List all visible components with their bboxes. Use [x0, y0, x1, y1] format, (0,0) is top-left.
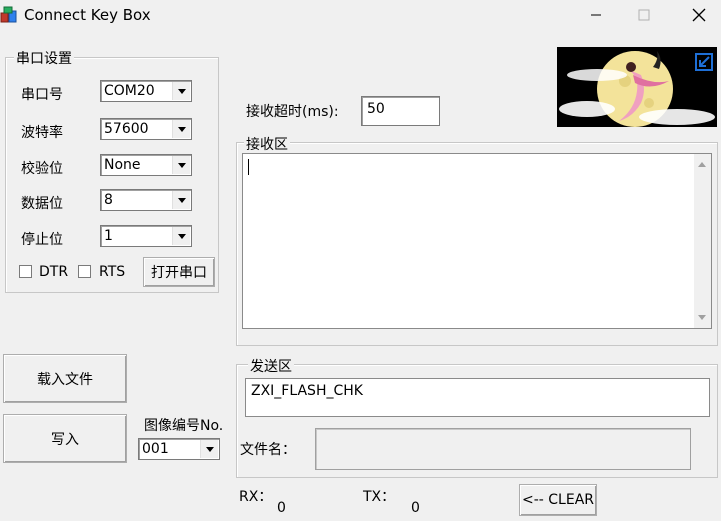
stop-bits-label: 停止位: [21, 232, 63, 248]
port-value: COM20: [104, 83, 155, 99]
write-button[interactable]: 写入: [3, 414, 127, 463]
receive-timeout-label: 接收超时(ms):: [246, 104, 339, 120]
image-number-select[interactable]: 001: [138, 438, 220, 460]
file-name-field: [315, 428, 691, 470]
data-bits-label: 数据位: [21, 196, 63, 212]
parity-select[interactable]: None: [100, 154, 192, 176]
chevron-down-icon[interactable]: [172, 120, 190, 138]
send-area-label: 发送区: [248, 356, 294, 376]
stop-bits-value: 1: [104, 228, 113, 244]
scroll-up-icon[interactable]: [698, 162, 706, 167]
serial-settings-label: 串口设置: [14, 48, 74, 68]
receive-timeout-value: 50: [367, 101, 385, 117]
close-icon: [692, 8, 706, 26]
receive-area-label: 接收区: [244, 134, 290, 154]
baud-label: 波特率: [21, 125, 63, 141]
dtr-label: DTR: [39, 264, 69, 280]
receive-scrollbar[interactable]: [694, 154, 711, 328]
image-number-label: 图像编号No.: [144, 418, 224, 434]
chevron-down-icon[interactable]: [172, 82, 190, 100]
text-cursor: [248, 159, 249, 175]
send-textarea[interactable]: ZXI_FLASH_CHK: [245, 378, 710, 417]
clear-button[interactable]: <-- CLEAR: [519, 484, 597, 516]
rts-checkbox[interactable]: [78, 265, 91, 278]
app-box-icon: [0, 5, 18, 25]
minimize-button[interactable]: [573, 0, 619, 33]
minimize-icon: [590, 9, 602, 25]
close-button[interactable]: [676, 0, 721, 33]
rts-label: RTS: [99, 264, 126, 280]
port-label: 串口号: [21, 87, 63, 103]
parity-label: 校验位: [21, 161, 63, 177]
tx-value: 0: [411, 500, 420, 516]
download-icon[interactable]: [693, 51, 715, 73]
tx-label: TX：: [363, 489, 396, 505]
port-select[interactable]: COM20: [100, 80, 192, 102]
rx-value: 0: [277, 500, 286, 516]
title-bar: Connect Key Box: [0, 0, 721, 33]
chevron-down-icon[interactable]: [172, 191, 190, 209]
send-content: ZXI_FLASH_CHK: [251, 383, 363, 399]
chevron-down-icon[interactable]: [200, 440, 218, 458]
dtr-checkbox[interactable]: [19, 265, 32, 278]
load-file-button[interactable]: 载入文件: [3, 354, 127, 403]
maximize-button[interactable]: [621, 0, 667, 33]
parity-value: None: [104, 157, 141, 173]
file-name-label: 文件名：: [240, 442, 296, 458]
baud-value: 57600: [104, 121, 149, 137]
baud-select[interactable]: 57600: [100, 118, 192, 140]
stop-bits-select[interactable]: 1: [100, 225, 192, 247]
open-port-button[interactable]: 打开串口: [143, 257, 215, 287]
receive-timeout-input[interactable]: 50: [361, 96, 440, 126]
image-number-value: 001: [142, 441, 169, 457]
data-bits-value: 8: [104, 192, 113, 208]
scroll-down-icon[interactable]: [698, 315, 706, 320]
window-title: Connect Key Box: [24, 6, 151, 24]
rx-label: RX：: [239, 489, 273, 505]
chevron-down-icon[interactable]: [172, 227, 190, 245]
maximize-icon: [638, 9, 650, 25]
receive-textarea[interactable]: [242, 153, 712, 329]
chevron-down-icon[interactable]: [172, 156, 190, 174]
data-bits-select[interactable]: 8: [100, 189, 192, 211]
